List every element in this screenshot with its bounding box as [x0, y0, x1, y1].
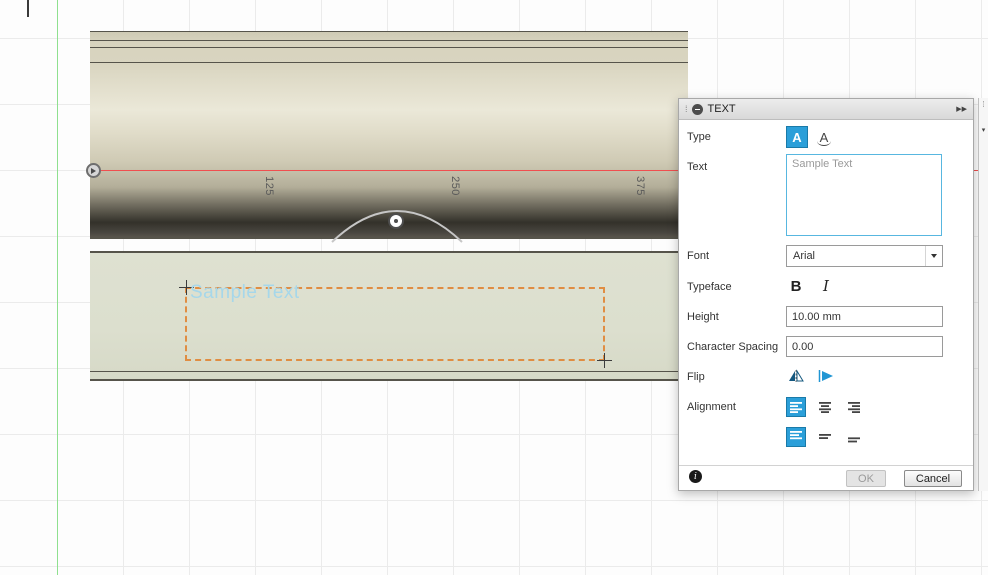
align-right-button[interactable] — [844, 397, 864, 417]
flip-vertical-icon — [818, 370, 833, 382]
cancel-button[interactable]: Cancel — [904, 470, 962, 487]
model-edge-line[interactable] — [90, 40, 688, 41]
type-text-on-path-button[interactable]: A — [813, 126, 835, 148]
drag-grip-icon[interactable]: ⁞ — [979, 101, 988, 109]
character-spacing-label: Character Spacing — [687, 341, 779, 353]
font-label: Font — [687, 250, 710, 262]
model-edge-line[interactable] — [90, 371, 688, 372]
align-middle-icon — [819, 434, 831, 439]
axis-endpoint-marker[interactable] — [86, 163, 101, 178]
character-spacing-input[interactable] — [786, 336, 943, 357]
drag-grip-icon[interactable]: ⁞ — [685, 104, 687, 114]
model-edge-line[interactable] — [90, 379, 688, 381]
sketch-tick-mark — [27, 0, 29, 17]
font-select-value: Arial — [793, 250, 816, 262]
align-center-button[interactable] — [815, 397, 835, 417]
text-label: Text — [687, 161, 708, 173]
alignment-label: Alignment — [687, 401, 736, 413]
type-label: Type — [687, 131, 711, 143]
dialog-titlebar[interactable]: ⁞ TEXT ▶▶ — [679, 99, 973, 120]
text-input[interactable] — [786, 154, 942, 236]
model-edge-line[interactable] — [90, 62, 688, 63]
flip-horizontal-icon — [789, 369, 804, 382]
align-middle-button[interactable] — [815, 427, 835, 447]
height-label: Height — [687, 311, 719, 323]
align-left-icon — [790, 402, 802, 413]
ok-button[interactable]: OK — [846, 470, 886, 487]
text-preview[interactable]: Sample Text — [190, 282, 300, 304]
dimension-label: 125 — [262, 176, 275, 196]
collapsed-side-panel[interactable]: ⁞ ▾ — [978, 98, 988, 491]
dimension-label: 375 — [633, 176, 646, 196]
align-top-button[interactable] — [786, 427, 806, 447]
minus-circle-icon — [691, 103, 703, 115]
y-axis-line[interactable] — [57, 0, 58, 575]
flip-label: Flip — [687, 371, 705, 383]
align-center-icon — [819, 402, 831, 413]
info-icon[interactable]: i — [689, 470, 702, 483]
align-left-button[interactable] — [786, 397, 806, 417]
flip-horizontal-button[interactable] — [785, 367, 807, 385]
align-top-icon — [790, 431, 802, 440]
collapse-arrow-icon[interactable]: ▾ — [979, 126, 988, 134]
type-text-button[interactable]: A — [786, 126, 808, 148]
corner-handle-bottomright[interactable] — [597, 353, 612, 368]
footer-divider — [679, 465, 973, 466]
flip-vertical-button[interactable] — [815, 367, 837, 385]
sketch-canvas[interactable]: 125 250 375 Sample Text ⁞ TEXT ▶▶ Type A… — [0, 0, 988, 575]
model-edge-line[interactable] — [90, 31, 688, 32]
align-right-icon — [848, 402, 860, 413]
path-curve-icon — [817, 141, 831, 146]
dropdown-arrow-button[interactable] — [925, 246, 942, 266]
model-edge-line[interactable] — [90, 251, 688, 253]
align-bottom-button[interactable] — [844, 427, 864, 447]
text-dialog: ⁞ TEXT ▶▶ Type A A Text Font Arial Typef… — [678, 98, 974, 491]
chevron-down-icon — [931, 254, 937, 258]
arrow-right-icon — [91, 167, 96, 174]
sketch-point-marker[interactable] — [388, 213, 404, 229]
point-dot-icon — [394, 219, 398, 223]
expand-panel-icon[interactable]: ▶▶ — [956, 105, 967, 113]
italic-button[interactable]: I — [815, 275, 837, 297]
align-bottom-icon — [848, 437, 860, 443]
typeface-label: Typeface — [687, 281, 732, 293]
dimension-label: 250 — [448, 176, 461, 196]
bold-button[interactable]: B — [785, 275, 807, 297]
dialog-title: TEXT — [707, 103, 736, 115]
height-input[interactable] — [786, 306, 943, 327]
model-edge-line[interactable] — [90, 47, 688, 48]
font-select[interactable]: Arial — [786, 245, 943, 267]
